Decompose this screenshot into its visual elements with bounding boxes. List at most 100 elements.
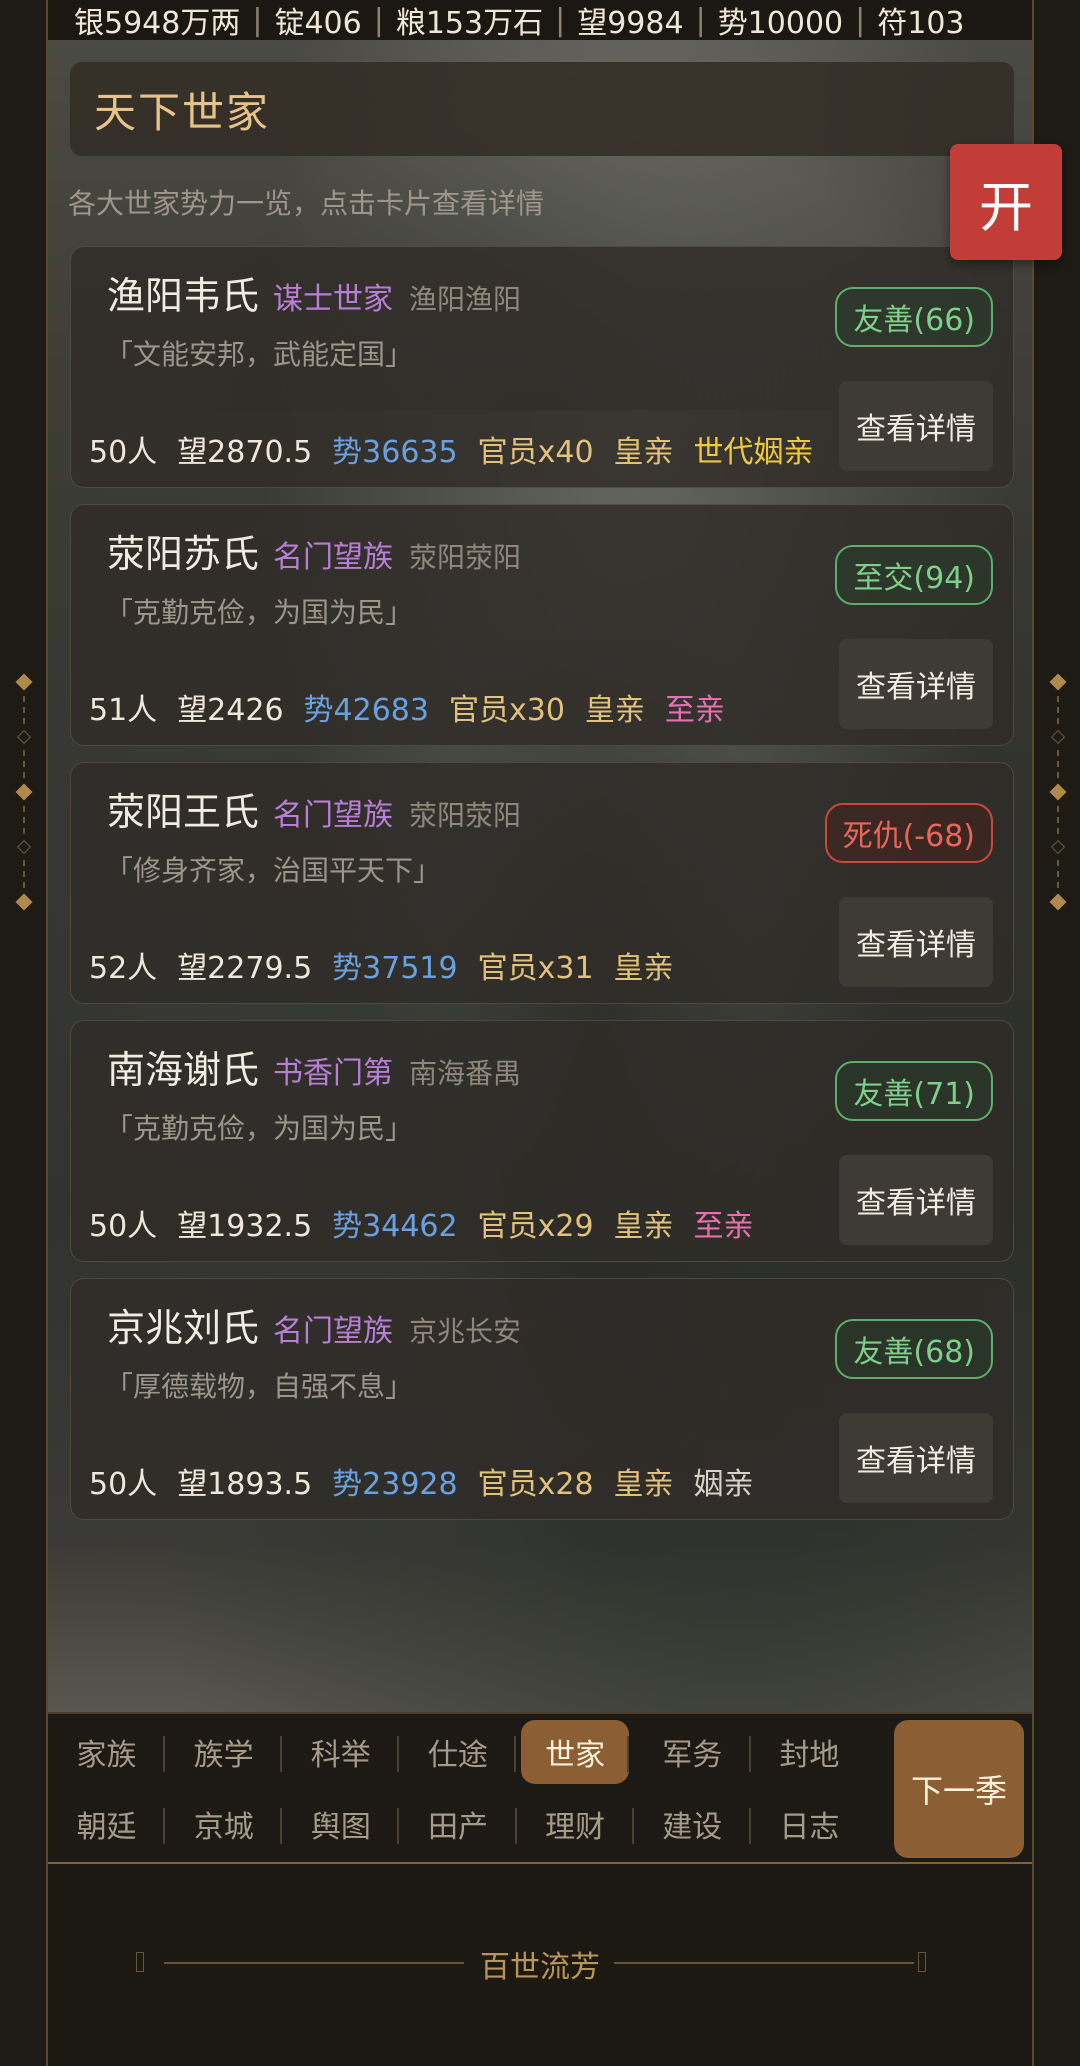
- power-value: 势23928: [332, 1467, 458, 1502]
- family-card[interactable]: 南海谢氏 书香门第 南海番禺 「克勤克俭，为国为民」 友善(71) 查看详情 50人 望193…: [70, 1020, 1014, 1262]
- nav-tab-row2-5[interactable]: 建设: [634, 1792, 751, 1856]
- family-card[interactable]: 京兆刘氏 名门望族 京兆长安 「厚德载物，自强不息」 友善(68) 查看详情 50人 望189…: [70, 1278, 1014, 1520]
- resource-talisman: 符103: [877, 6, 965, 40]
- prestige-value: 望2279.5: [177, 951, 313, 986]
- family-motto: 「克勤克俭，为国为民」: [105, 596, 414, 629]
- next-season-button[interactable]: 下一季: [894, 1720, 1024, 1858]
- family-type: 名门望族: [273, 798, 394, 833]
- prestige-value: 望1893.5: [177, 1467, 313, 1502]
- dashed-line: [23, 696, 25, 724]
- footer-ornament-right: [918, 1952, 926, 1972]
- diamond-icon: [15, 893, 33, 911]
- family-name: 荥阳王氏: [107, 790, 260, 834]
- nav-tab-row1-0[interactable]: 家族: [48, 1720, 166, 1784]
- officials-count: 官员x31: [477, 951, 594, 986]
- nav-tab-row2-1[interactable]: 京城: [165, 1792, 283, 1856]
- footer-line-right: [614, 1962, 914, 1964]
- nav-tab-row2-3[interactable]: 田产: [399, 1792, 517, 1856]
- separator: |: [855, 2, 866, 38]
- nav-tab-row2-6[interactable]: 日志: [751, 1792, 868, 1856]
- family-name: 南海谢氏: [107, 1048, 260, 1092]
- diamond-outline-icon: [1050, 729, 1066, 745]
- left-ornament: [15, 673, 33, 911]
- resource-grain: 粮153万石: [395, 6, 544, 40]
- nav-tab-row1-3[interactable]: 仕途: [399, 1720, 517, 1784]
- family-card[interactable]: 荥阳王氏 名门望族 荥阳荥阳 「修身齐家，治国平天下」 死仇(-68) 查看详情 52人 望2…: [70, 762, 1014, 1004]
- view-details-button[interactable]: 查看详情: [839, 381, 993, 471]
- family-stats: 50人 望2870.5 势36635 官员x40 皇亲 世代姻亲: [89, 427, 834, 471]
- view-details-button[interactable]: 查看详情: [839, 639, 993, 729]
- diamond-icon: [1049, 673, 1067, 691]
- nav-row-2: 朝廷 京城 舆图 田产 理财 建设 日志: [48, 1792, 868, 1856]
- bottom-navigation: 家族 族学 科举 仕途 世家 军务 封地 朝廷 京城 舆图 田产 理财 建设 日志 下一季: [48, 1712, 1032, 1864]
- family-header: 荥阳苏氏 名门望族 荥阳荥阳: [107, 523, 521, 578]
- dashed-line: [23, 750, 25, 778]
- diamond-icon: [15, 783, 33, 801]
- family-location: 南海番禺: [409, 1057, 522, 1090]
- family-name: 京兆刘氏: [107, 1306, 260, 1350]
- footer-text: 百世流芳: [480, 1950, 600, 1985]
- nav-tab-row2-2[interactable]: 舆图: [282, 1792, 400, 1856]
- diamond-icon: [15, 673, 33, 691]
- prestige-value: 望2870.5: [177, 435, 313, 470]
- family-motto: 「文能安邦，武能定国」: [105, 338, 414, 371]
- nav-tab-row2-4[interactable]: 理财: [517, 1792, 634, 1856]
- resource-ingot: 锭406: [274, 6, 362, 40]
- relation-badge: 友善(66): [835, 287, 993, 347]
- family-stats: 51人 望2426 势42683 官员x30 皇亲 至亲: [89, 685, 745, 729]
- family-name: 荥阳苏氏: [107, 532, 260, 576]
- family-stats: 50人 望1893.5 势23928 官员x28 皇亲 姻亲: [89, 1459, 774, 1503]
- officials-count: 官员x30: [448, 693, 565, 728]
- nav-tab-row2-0[interactable]: 朝廷: [48, 1792, 166, 1856]
- dashed-line: [23, 806, 25, 834]
- officials-count: 官员x28: [477, 1467, 594, 1502]
- family-type: 名门望族: [273, 540, 394, 575]
- right-ornament: [1049, 673, 1067, 911]
- member-count: 50人: [89, 1467, 158, 1502]
- nav-tab-row1-4[interactable]: 世家: [521, 1720, 630, 1784]
- royal-tag: 皇亲: [584, 693, 645, 728]
- open-button[interactable]: 开: [950, 144, 1062, 260]
- officials-count: 官员x40: [477, 435, 594, 470]
- relation-badge: 死仇(-68): [824, 803, 993, 863]
- family-type: 谋士世家: [273, 282, 394, 317]
- diamond-outline-icon: [16, 729, 32, 745]
- officials-count: 官员x29: [477, 1209, 594, 1244]
- power-value: 势36635: [332, 435, 458, 470]
- resource-prestige: 望9984: [577, 6, 684, 40]
- relation-badge: 至交(94): [835, 545, 993, 605]
- family-motto: 「厚德载物，自强不息」: [105, 1370, 414, 1403]
- nav-tab-row1-6[interactable]: 封地: [751, 1720, 868, 1784]
- dashed-line: [1057, 860, 1059, 888]
- power-value: 势34462: [332, 1209, 458, 1244]
- diamond-outline-icon: [1050, 839, 1066, 855]
- relation-badge: 友善(71): [835, 1061, 993, 1121]
- family-type: 书香门第: [273, 1056, 394, 1091]
- family-stats: 50人 望1932.5 势34462 官员x29 皇亲 至亲: [89, 1201, 774, 1245]
- royal-tag: 皇亲: [613, 435, 674, 470]
- view-details-button[interactable]: 查看详情: [839, 1413, 993, 1503]
- nav-tab-row1-5[interactable]: 军务: [634, 1720, 751, 1784]
- nav-tab-row1-1[interactable]: 族学: [165, 1720, 283, 1784]
- dashed-line: [1057, 750, 1059, 778]
- kinship-tag: 至亲: [664, 693, 725, 728]
- family-name: 渔阳韦氏: [107, 274, 260, 318]
- family-card[interactable]: 渔阳韦氏 谋士世家 渔阳渔阳「文能安邦，武能定国」 友善(66) 查看详情 50人 望287…: [70, 246, 1014, 488]
- family-location: 京兆长安: [409, 1315, 522, 1348]
- separator: |: [252, 2, 263, 38]
- prestige-value: 望2426: [177, 693, 284, 728]
- family-motto: 「克勤克俭，为国为民」: [105, 1112, 414, 1145]
- nav-tab-row1-2[interactable]: 科举: [282, 1720, 400, 1784]
- view-details-button[interactable]: 查看详情: [839, 897, 993, 987]
- page-title: 天下世家: [70, 62, 1014, 156]
- view-details-button[interactable]: 查看详情: [839, 1155, 993, 1245]
- family-header: 渔阳韦氏 谋士世家 渔阳渔阳: [107, 265, 521, 320]
- dashed-line: [1057, 696, 1059, 724]
- family-header: 荥阳王氏 名门望族 荥阳荥阳: [107, 781, 521, 836]
- family-card[interactable]: 荥阳苏氏 名门望族 荥阳荥阳 「克勤克俭，为国为民」 至交(94) 查看详情 51人 望242…: [70, 504, 1014, 746]
- member-count: 50人: [89, 435, 158, 470]
- royal-tag: 皇亲: [613, 1209, 674, 1244]
- resource-bar: 银5948万两 | 锭406 | 粮153万石 | 望9984 | 势10000 | 符1…: [48, 0, 1032, 40]
- separator: |: [695, 2, 706, 38]
- power-value: 势42683: [303, 693, 429, 728]
